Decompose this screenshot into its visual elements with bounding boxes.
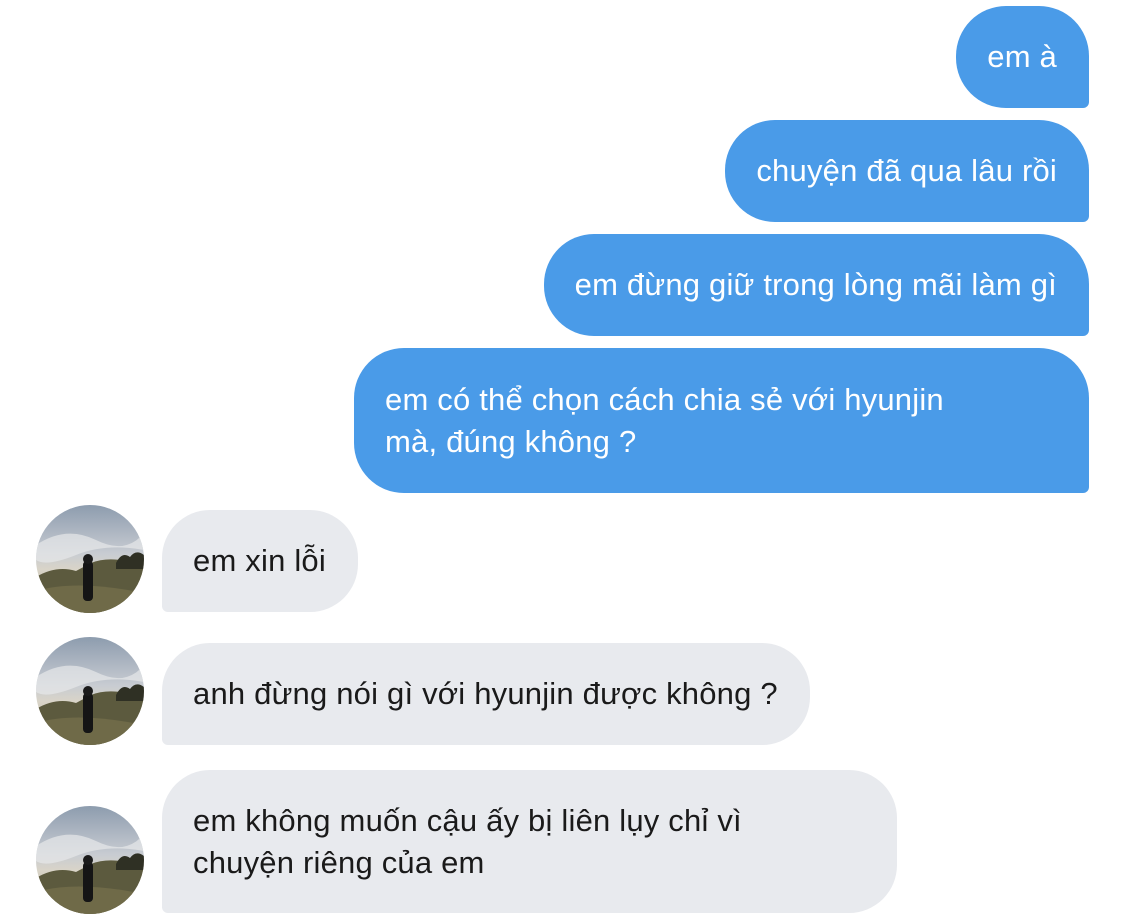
sent-message[interactable]: em đừng giữ trong lòng mãi làm gì	[543, 234, 1089, 336]
sent-message[interactable]: chuyện đã qua lâu rồi	[725, 120, 1089, 222]
message-text: em có thể chọn cách chia sẻ với hyunjin …	[385, 381, 944, 459]
sent-message[interactable]: em có thể chọn cách chia sẻ với hyunjin …	[354, 348, 1089, 493]
profile-photo-avatar-icon	[36, 806, 144, 914]
message-text: em à	[987, 39, 1057, 74]
message-text: chuyện đã qua lâu rồi	[756, 153, 1057, 188]
received-message[interactable]: em xin lỗi	[162, 510, 358, 612]
profile-photo-avatar-icon	[36, 505, 144, 613]
message-text: anh đừng nói gì với hyunjin được không ?	[193, 676, 778, 711]
contact-avatar[interactable]	[36, 505, 144, 613]
message-text: em không muốn cậu ấy bị liên lụy chỉ vì …	[193, 802, 742, 880]
sent-message[interactable]: em à	[956, 6, 1089, 108]
contact-avatar[interactable]	[36, 637, 144, 745]
message-text: em xin lỗi	[193, 543, 326, 578]
received-message[interactable]: em không muốn cậu ấy bị liên lụy chỉ vì …	[162, 770, 897, 913]
contact-avatar[interactable]	[36, 806, 144, 914]
chat-thread: em à chuyện đã qua lâu rồi em đừng giữ t…	[0, 0, 1125, 923]
profile-photo-avatar-icon	[36, 637, 144, 745]
received-message[interactable]: anh đừng nói gì với hyunjin được không ?	[162, 643, 810, 745]
message-text: em đừng giữ trong lòng mãi làm gì	[574, 267, 1057, 302]
